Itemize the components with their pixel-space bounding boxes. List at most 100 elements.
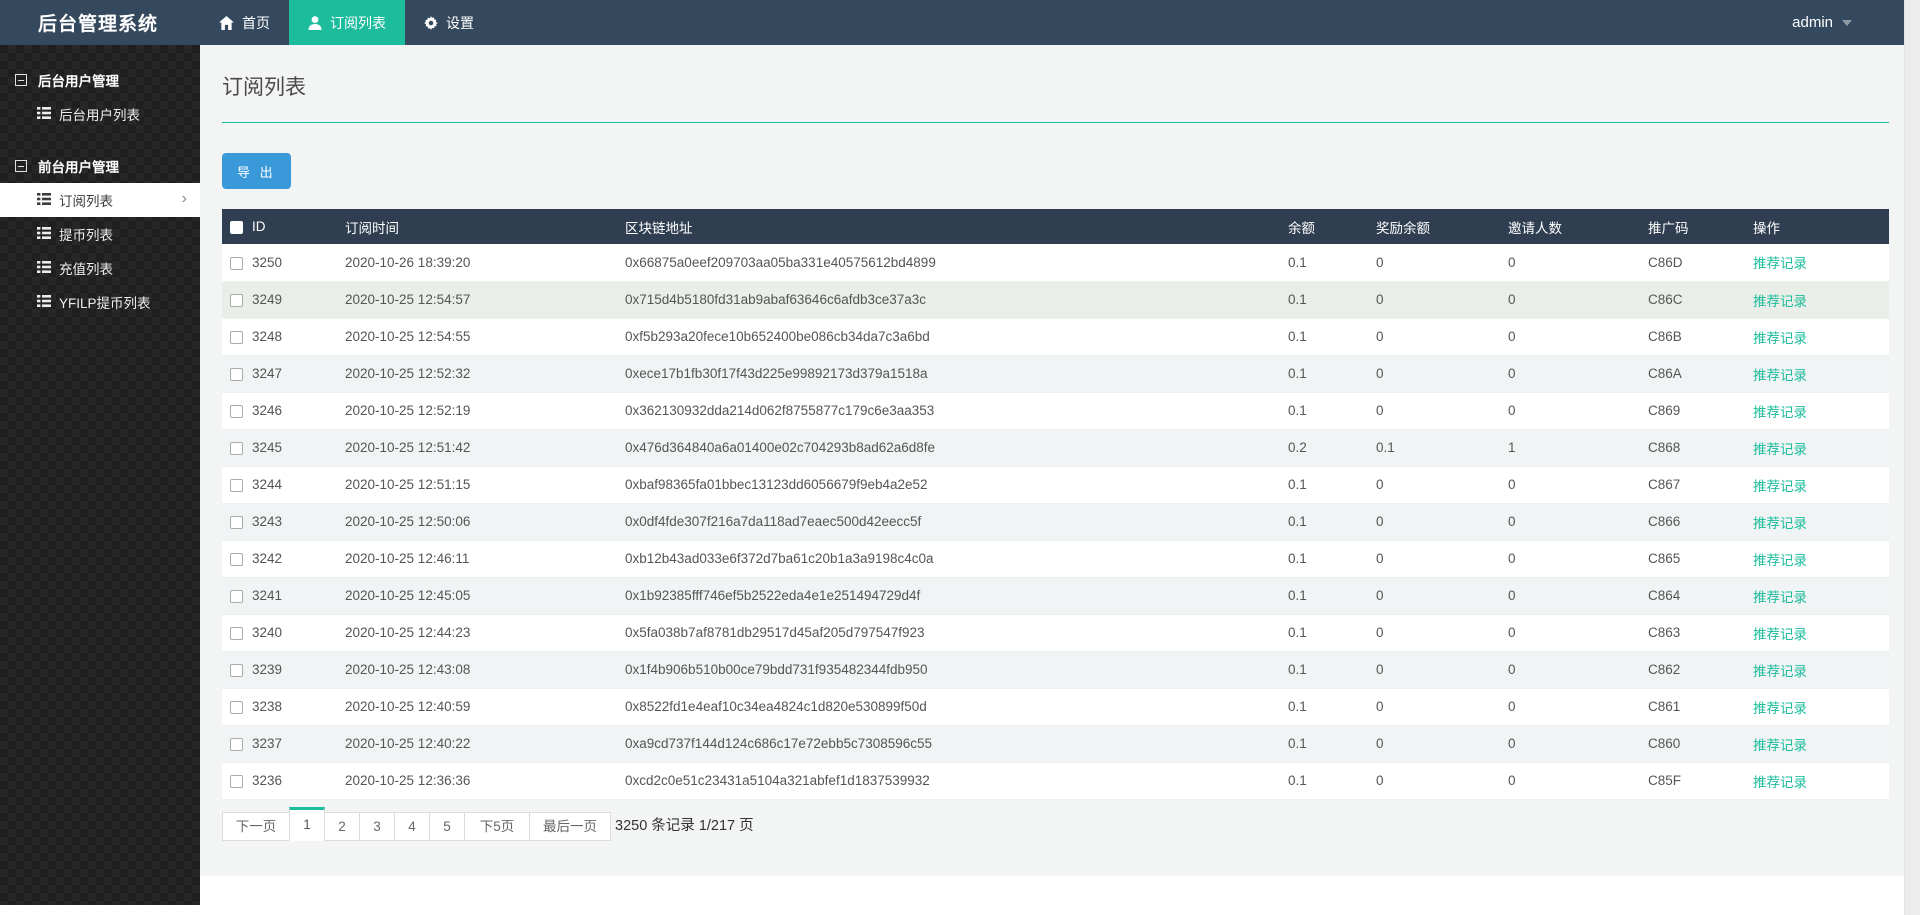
table-row: 3250 2020-10-26 18:39:20 0x66875a0eef20970… — [222, 244, 1889, 282]
referral-record-link[interactable]: 推荐记录 — [1753, 331, 1807, 346]
export-button[interactable]: 导 出 — [222, 153, 291, 189]
cell: 3244 — [252, 466, 345, 504]
row-checkbox[interactable] — [230, 663, 243, 677]
cell: 0x476d364840a6a01400e02c704293b8ad62a6d8… — [625, 429, 1288, 467]
page-button-2[interactable]: 2 — [324, 811, 360, 841]
cell: 0.1 — [1288, 762, 1376, 800]
column-header: 奖励余额 — [1376, 209, 1508, 244]
table-row: 3248 2020-10-25 12:54:55 0xf5b293a20fece10… — [222, 318, 1889, 356]
cell: 2020-10-25 12:50:06 — [345, 503, 625, 541]
cell: 3246 — [252, 392, 345, 430]
cell: 2020-10-25 12:51:42 — [345, 429, 625, 467]
referral-record-link[interactable]: 推荐记录 — [1753, 664, 1807, 679]
page-button-next5[interactable]: 下5页 — [464, 811, 530, 841]
page-scrollbar[interactable] — [1904, 0, 1920, 915]
table-header: ID 订阅时间 区块链地址 余额 奖励余额 邀请人数 推广码 操作 — [222, 209, 1889, 244]
cell: 0 — [1376, 651, 1508, 689]
pagination: 下一页 1 2 3 4 5 下5页 最后一页 — [222, 806, 611, 841]
row-checkbox[interactable] — [230, 441, 243, 455]
page-button-3[interactable]: 3 — [359, 811, 395, 841]
referral-record-link[interactable]: 推荐记录 — [1753, 627, 1807, 642]
nav-item-label: 首页 — [242, 14, 271, 31]
cell: 0x1b92385fff746ef5b2522eda4e1e251494729d… — [625, 577, 1288, 615]
user-menu[interactable]: admin — [1792, 14, 1852, 31]
row-checkbox[interactable] — [230, 478, 243, 492]
select-all-checkbox[interactable] — [230, 220, 243, 234]
row-checkbox[interactable] — [230, 700, 243, 714]
cell: 0.1 — [1288, 577, 1376, 615]
cell: 2020-10-25 12:54:55 — [345, 318, 625, 356]
row-checkbox[interactable] — [230, 552, 243, 566]
page-button-4[interactable]: 4 — [394, 811, 430, 841]
page-button-5[interactable]: 5 — [429, 811, 465, 841]
cell: 0xf5b293a20fece10b652400be086cb34da7c3a6… — [625, 318, 1288, 356]
page-button-last[interactable]: 最后一页 — [529, 811, 611, 841]
cell: 0 — [1508, 725, 1648, 763]
nav-item-label: 设置 — [446, 14, 475, 31]
sidebar-section-1[interactable]: 前台用户管理 — [0, 149, 200, 183]
referral-record-link[interactable]: 推荐记录 — [1753, 701, 1807, 716]
sidebar-item-1-0[interactable]: 订阅列表 › — [0, 183, 200, 217]
cell: 0 — [1376, 503, 1508, 541]
referral-record-link[interactable]: 推荐记录 — [1753, 553, 1807, 568]
cell: 0x0df4fde307f216a7da118ad7eaec500d42eecc… — [625, 503, 1288, 541]
referral-record-link[interactable]: 推荐记录 — [1753, 479, 1807, 494]
referral-record-link[interactable]: 推荐记录 — [1753, 405, 1807, 420]
nav-item-1[interactable]: 订阅列表 — [289, 0, 406, 45]
row-checkbox[interactable] — [230, 515, 243, 529]
cell: 0.1 — [1288, 503, 1376, 541]
cell: 0 — [1508, 281, 1648, 319]
nav-item-0[interactable]: 首页 — [200, 0, 289, 45]
pagination-bar: 下一页 1 2 3 4 5 下5页 最后一页 3250 条记录 1/217 页 — [222, 806, 1889, 841]
cell: 0.1 — [1288, 651, 1376, 689]
row-checkbox[interactable] — [230, 367, 243, 381]
row-checkbox[interactable] — [230, 293, 243, 307]
row-checkbox[interactable] — [230, 256, 243, 270]
row-checkbox[interactable] — [230, 774, 243, 788]
cell: 0 — [1508, 355, 1648, 393]
referral-record-link[interactable]: 推荐记录 — [1753, 368, 1807, 383]
cell: 0xcd2c0e51c23431a5104a321abfef1d18375399… — [625, 762, 1288, 800]
cell: C862 — [1648, 651, 1753, 689]
user-icon — [308, 15, 322, 30]
column-header: 余额 — [1288, 209, 1376, 244]
page-button-1[interactable]: 1 — [289, 806, 325, 841]
sidebar-item-0-0[interactable]: 后台用户列表› — [0, 97, 200, 131]
sidebar-item-1-1[interactable]: 提币列表› — [0, 217, 200, 251]
referral-record-link[interactable]: 推荐记录 — [1753, 256, 1807, 271]
column-header: 操作 — [1753, 209, 1889, 244]
cell: C866 — [1648, 503, 1753, 541]
cell: C869 — [1648, 392, 1753, 430]
sidebar-item-1-2[interactable]: 充值列表› — [0, 251, 200, 285]
referral-record-link[interactable]: 推荐记录 — [1753, 516, 1807, 531]
cell: 3236 — [252, 762, 345, 800]
cell: 1 — [1508, 429, 1648, 467]
row-checkbox[interactable] — [230, 589, 243, 603]
sidebar-section-0[interactable]: 后台用户管理 — [0, 63, 200, 97]
cell: 3240 — [252, 614, 345, 652]
referral-record-link[interactable]: 推荐记录 — [1753, 775, 1807, 790]
cell: C86A — [1648, 355, 1753, 393]
row-checkbox[interactable] — [230, 626, 243, 640]
column-header: 订阅时间 — [345, 209, 625, 244]
gear-icon — [424, 15, 439, 30]
cell: 3238 — [252, 688, 345, 726]
cell: 0 — [1376, 466, 1508, 504]
referral-record-link[interactable]: 推荐记录 — [1753, 294, 1807, 309]
page-button-prev[interactable]: 下一页 — [222, 811, 290, 841]
referral-record-link[interactable]: 推荐记录 — [1753, 442, 1807, 457]
referral-record-link[interactable]: 推荐记录 — [1753, 590, 1807, 605]
cell: 0 — [1508, 614, 1648, 652]
home-icon — [219, 15, 234, 30]
cell: 0.1 — [1288, 244, 1376, 282]
referral-record-link[interactable]: 推荐记录 — [1753, 738, 1807, 753]
row-checkbox[interactable] — [230, 330, 243, 344]
cell: 0x5fa038b7af8781db29517d45af205d797547f9… — [625, 614, 1288, 652]
row-checkbox[interactable] — [230, 737, 243, 751]
sidebar-item-1-3[interactable]: YFILP提币列表› — [0, 285, 200, 319]
row-checkbox[interactable] — [230, 404, 243, 418]
nav-item-2[interactable]: 设置 — [405, 0, 493, 45]
subscription-table: ID 订阅时间 区块链地址 余额 奖励余额 邀请人数 推广码 操作 3250 2020-10-2… — [222, 209, 1889, 800]
cell: 0.1 — [1288, 725, 1376, 763]
table-row: 3246 2020-10-25 12:52:19 0x362130932dda214… — [222, 392, 1889, 430]
